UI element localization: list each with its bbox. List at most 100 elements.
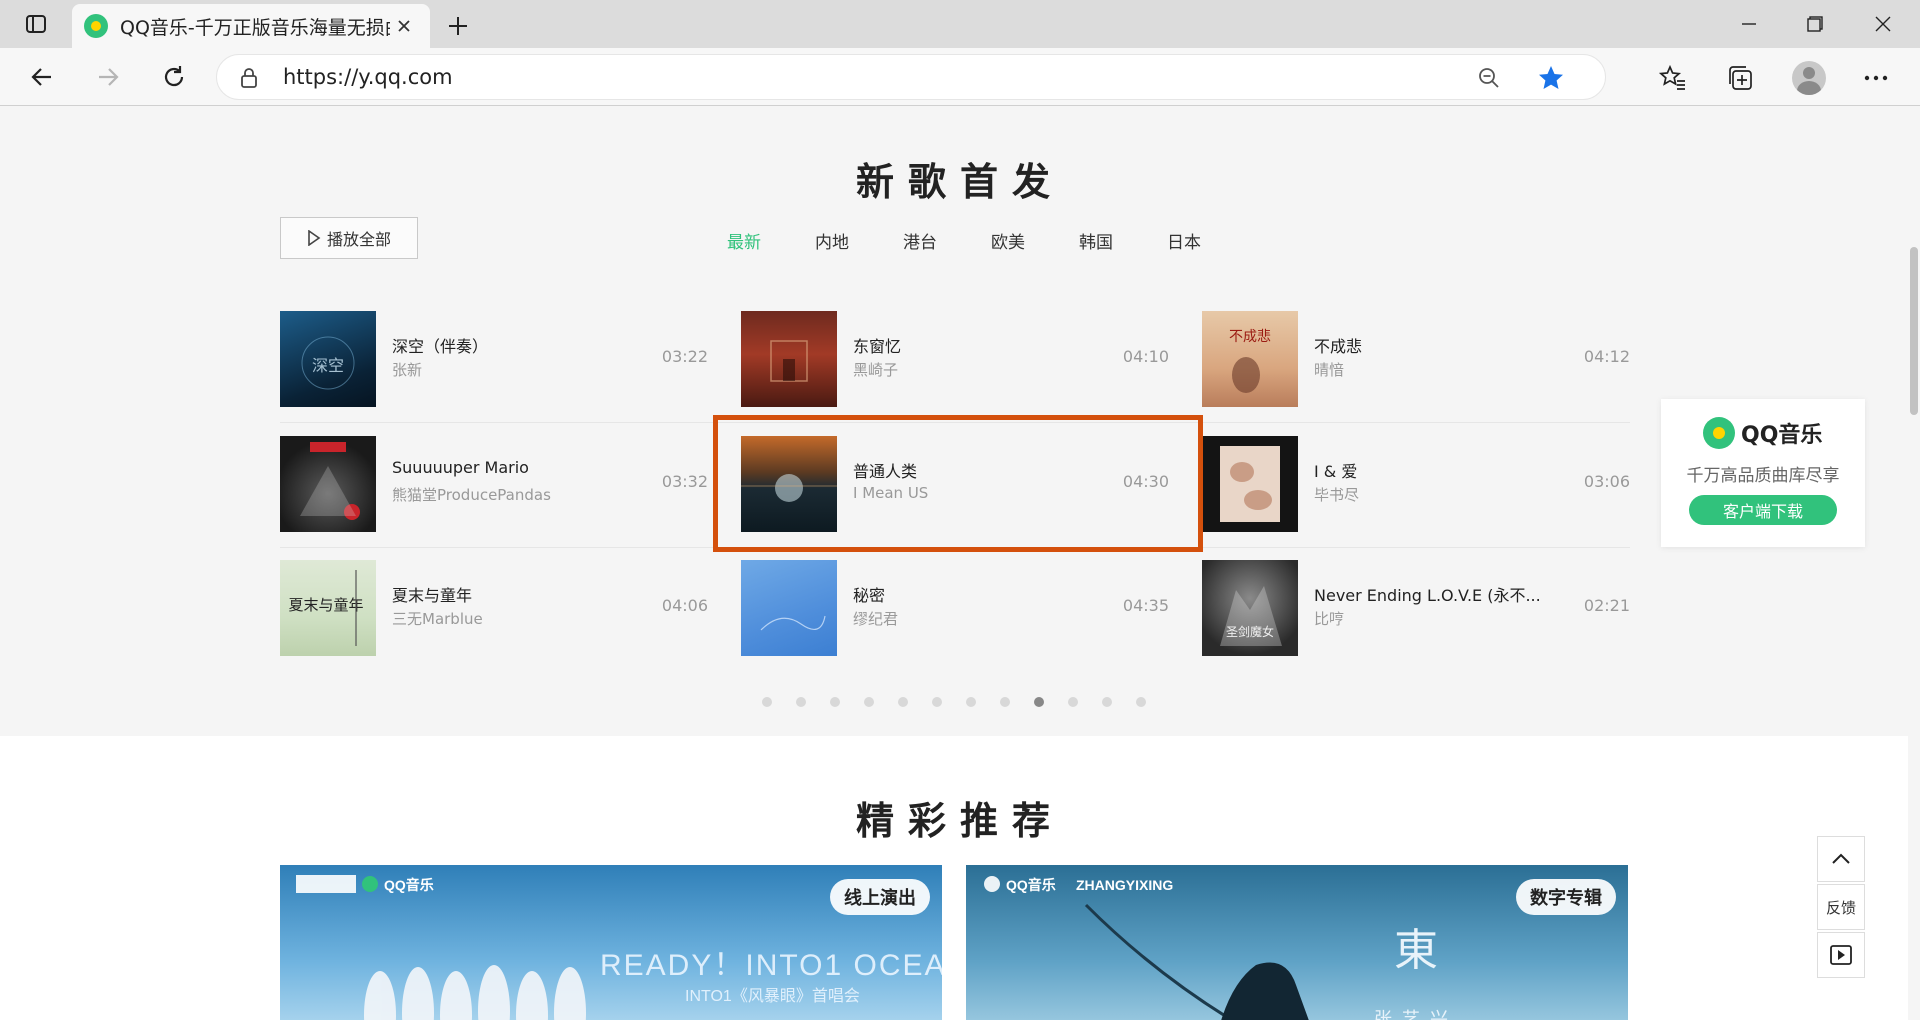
song-title[interactable]: 夏末与童年 — [392, 582, 622, 606]
album-cover[interactable] — [1202, 436, 1298, 532]
tab-western[interactable]: 欧美 — [964, 228, 1052, 253]
song-item[interactable]: 秘密 缪纪君 04:35 — [741, 560, 1169, 656]
song-artist[interactable]: 毕书尽 — [1314, 484, 1544, 505]
promo-badge: 数字专辑 — [1516, 879, 1616, 915]
close-window-button[interactable] — [1850, 0, 1916, 48]
minimize-button[interactable] — [1716, 0, 1782, 48]
song-artist[interactable]: 黑崎子 — [853, 359, 1083, 380]
tab-korea[interactable]: 韩国 — [1052, 228, 1140, 253]
carousel-dot[interactable] — [932, 697, 942, 707]
back-to-top-button[interactable] — [1817, 836, 1865, 882]
scrollbar[interactable] — [1908, 107, 1920, 1020]
tab-hk-tw[interactable]: 港台 — [876, 228, 964, 253]
song-duration: 04:10 — [1122, 347, 1169, 366]
favorite-star-icon[interactable] — [1537, 64, 1565, 92]
tab-japan[interactable]: 日本 — [1140, 228, 1228, 253]
svg-text:INTO1《风暴眼》首唱会: INTO1《风暴眼》首唱会 — [685, 987, 860, 1005]
qq-music-favicon-icon — [84, 14, 108, 38]
song-duration: 02:21 — [1583, 596, 1630, 615]
player-button[interactable] — [1817, 932, 1865, 978]
promo-badge: 线上演出 — [830, 879, 930, 915]
qq-music-logo: QQ音乐 — [1703, 417, 1822, 449]
album-cover[interactable] — [741, 560, 837, 656]
profile-avatar[interactable] — [1792, 61, 1826, 95]
collections-icon[interactable] — [1725, 63, 1755, 93]
album-cover[interactable]: 深空 — [280, 311, 376, 407]
carousel-dot[interactable] — [1102, 697, 1112, 707]
category-tabs: 最新 内地 港台 欧美 韩国 日本 — [700, 228, 1228, 253]
download-client-card: QQ音乐 千万高品质曲库尽享 客户端下载 — [1661, 399, 1865, 547]
song-item[interactable]: I & 爱 毕书尽 03:06 — [1202, 436, 1630, 532]
album-cover[interactable] — [741, 311, 837, 407]
url-text[interactable]: https://y.qq.com — [283, 65, 453, 89]
song-duration: 03:32 — [661, 472, 708, 491]
song-artist[interactable]: 比哼 — [1314, 608, 1544, 629]
carousel-dot[interactable] — [1000, 697, 1010, 707]
song-duration: 04:35 — [1122, 596, 1169, 615]
back-button[interactable] — [22, 57, 62, 97]
refresh-button[interactable] — [154, 57, 194, 97]
carousel-dot[interactable] — [762, 697, 772, 707]
song-title[interactable]: Suuuuuper Mario — [392, 458, 622, 477]
song-title[interactable]: Never Ending L.O.V.E (永不... — [1314, 582, 1544, 606]
song-title[interactable]: I & 爱 — [1314, 458, 1544, 482]
carousel-dot[interactable] — [830, 697, 840, 707]
favorites-icon[interactable] — [1658, 63, 1688, 93]
song-artist[interactable]: 张新 — [392, 359, 622, 380]
scrollbar-thumb[interactable] — [1910, 247, 1918, 415]
tab-mainland[interactable]: 内地 — [788, 228, 876, 253]
carousel-dot[interactable] — [1068, 697, 1078, 707]
forward-button[interactable] — [88, 57, 128, 97]
maximize-button[interactable] — [1782, 0, 1848, 48]
song-title[interactable]: 秘密 — [853, 582, 1083, 606]
download-client-button[interactable]: 客户端下载 — [1689, 495, 1837, 525]
song-artist[interactable]: 晴愔 — [1314, 359, 1544, 380]
song-item[interactable]: 东窗忆 黑崎子 04:10 — [741, 311, 1169, 407]
song-title[interactable]: 深空（伴奏） — [392, 333, 622, 357]
tab-latest[interactable]: 最新 — [700, 228, 788, 253]
song-title[interactable]: 东窗忆 — [853, 333, 1083, 357]
song-item[interactable]: 夏末与童年 夏末与童年 三无Marblue 04:06 — [280, 560, 708, 656]
song-artist[interactable]: 三无Marblue — [392, 608, 622, 629]
tab-close-icon[interactable] — [390, 12, 418, 40]
song-title[interactable]: 不成悲 — [1314, 333, 1544, 357]
browser-tab-active[interactable]: QQ音乐-千万正版音乐海量无损曲 — [72, 4, 430, 48]
floating-tools: 反馈 — [1817, 836, 1865, 980]
carousel-dot[interactable] — [1136, 697, 1146, 707]
feedback-button[interactable]: 反馈 — [1817, 884, 1865, 930]
tab-actions-icon[interactable] — [0, 0, 72, 48]
play-all-button[interactable]: 播放全部 — [280, 217, 418, 259]
new-songs-title: 新歌首发 — [855, 160, 1064, 204]
song-duration: 03:06 — [1583, 472, 1630, 491]
logo-text: QQ音乐 — [1741, 423, 1823, 448]
album-cover[interactable]: 不成悲 — [1202, 311, 1298, 407]
address-bar[interactable]: https://y.qq.com — [216, 54, 1606, 100]
promo-banner-zhangyixing[interactable]: QQ音乐 ZHANGYIXING 東 张艺兴 数字专辑 — [966, 865, 1628, 1020]
album-cover[interactable]: 圣剑魔女 — [1202, 560, 1298, 656]
svg-text:不成悲: 不成悲 — [1229, 328, 1271, 345]
carousel-dot-active[interactable] — [1034, 697, 1044, 707]
zoom-out-icon[interactable] — [1477, 66, 1501, 90]
song-item[interactable]: 圣剑魔女 Never Ending L.O.V.E (永不... 比哼 02:2… — [1202, 560, 1630, 656]
song-item[interactable]: 深空 深空（伴奏） 张新 03:22 — [280, 311, 708, 407]
promo-banner-into1[interactable]: QQ音乐 READY！INTO1 OCEAN INTO1《风暴眼》首唱会 线上演… — [280, 865, 942, 1020]
browser-tab-bar: QQ音乐-千万正版音乐海量无损曲 — [0, 0, 1920, 48]
carousel-dot[interactable] — [898, 697, 908, 707]
side-card-tagline: 千万高品质曲库尽享 — [1686, 466, 1840, 486]
svg-text:QQ音乐: QQ音乐 — [384, 877, 434, 893]
carousel-dot[interactable] — [966, 697, 976, 707]
play-box-icon — [1830, 945, 1852, 965]
album-cover[interactable] — [280, 436, 376, 532]
song-artist[interactable]: 熊猫堂ProducePandas — [392, 484, 622, 505]
carousel-dot[interactable] — [796, 697, 806, 707]
song-item[interactable]: Suuuuuper Mario 熊猫堂ProducePandas 03:32 — [280, 436, 708, 532]
song-duration: 04:06 — [661, 596, 708, 615]
album-cover[interactable]: 夏末与童年 — [280, 560, 376, 656]
new-tab-button[interactable] — [440, 8, 476, 44]
song-artist[interactable]: 缪纪君 — [853, 608, 1083, 629]
carousel-dot[interactable] — [864, 697, 874, 707]
song-item[interactable]: 不成悲 不成悲 晴愔 04:12 — [1202, 311, 1630, 407]
more-menu-icon[interactable] — [1861, 63, 1891, 93]
play-icon — [308, 230, 321, 246]
lock-icon[interactable] — [237, 66, 261, 90]
